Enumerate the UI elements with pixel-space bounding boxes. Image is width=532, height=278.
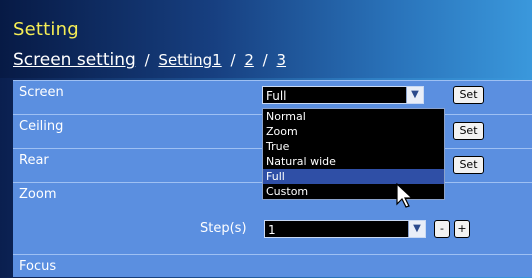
breadcrumb-current: Screen setting <box>13 50 136 70</box>
ceiling-set-button[interactable]: Set <box>453 122 484 140</box>
breadcrumb: Screen setting / Setting1 / 2 / 3 <box>13 50 286 70</box>
focus-label: Focus <box>19 259 57 274</box>
screen-dropdown-list[interactable]: Normal Zoom True Natural wide Full Custo… <box>262 108 445 200</box>
breadcrumb-link-2[interactable]: 2 <box>244 51 254 69</box>
breadcrumb-separator: / <box>144 51 150 69</box>
chevron-down-icon[interactable]: ▼ <box>408 221 425 237</box>
page-title: Setting <box>13 19 79 40</box>
zoom-label: Zoom <box>19 187 57 202</box>
breadcrumb-separator: / <box>230 51 236 69</box>
header: Setting Screen setting / Setting1 / 2 / … <box>0 0 532 78</box>
chevron-down-icon[interactable]: ▼ <box>406 87 423 103</box>
ceiling-label: Ceiling <box>19 119 64 134</box>
screen-label: Screen <box>19 85 64 100</box>
zoom-steps-select[interactable]: 1 ▼ <box>264 220 426 238</box>
dropdown-option-zoom[interactable]: Zoom <box>263 124 444 139</box>
breadcrumb-link-3[interactable]: 3 <box>276 51 286 69</box>
rear-label: Rear <box>19 153 49 168</box>
zoom-minus-button[interactable]: - <box>434 220 450 238</box>
rear-set-button[interactable]: Set <box>453 156 484 174</box>
dropdown-option-custom[interactable]: Custom <box>263 184 444 199</box>
zoom-steps-label: Step(s) <box>200 221 247 236</box>
zoom-plus-button[interactable]: + <box>454 220 470 238</box>
screen-select[interactable]: Full ▼ <box>262 86 424 104</box>
zoom-steps-value: 1 <box>268 223 276 237</box>
dropdown-option-full[interactable]: Full <box>263 169 444 184</box>
dropdown-option-true[interactable]: True <box>263 139 444 154</box>
mouse-pointer-icon <box>396 183 414 208</box>
breadcrumb-link-setting1[interactable]: Setting1 <box>158 51 221 69</box>
row-focus: Focus <box>13 254 532 278</box>
dropdown-option-normal[interactable]: Normal <box>263 109 444 124</box>
screen-set-button[interactable]: Set <box>453 86 484 104</box>
dropdown-option-natural-wide[interactable]: Natural wide <box>263 154 444 169</box>
screen-select-value: Full <box>266 89 287 103</box>
breadcrumb-separator: / <box>262 51 268 69</box>
